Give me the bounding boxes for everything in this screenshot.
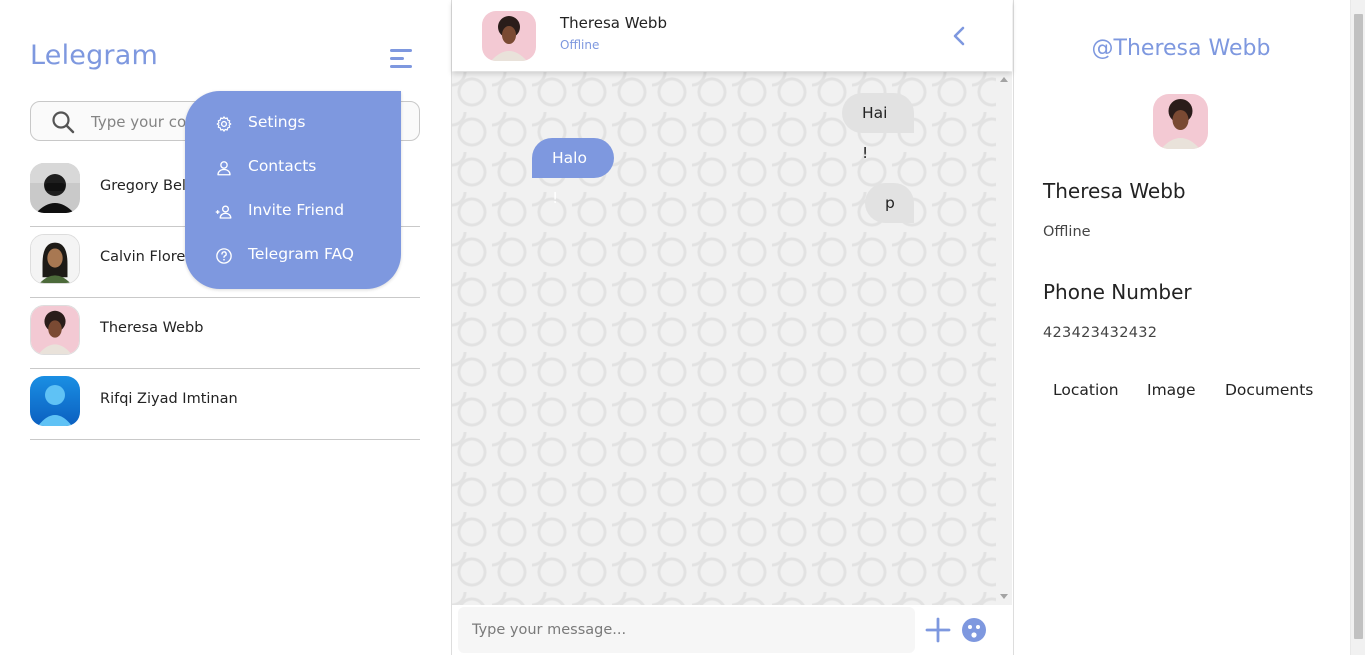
menu-item-settings[interactable]: Setings: [215, 110, 385, 138]
message-bubble: Hai !: [842, 93, 914, 162]
menu-item-label: Setings: [248, 113, 306, 131]
chat-header: Theresa Webb Offline: [452, 0, 1012, 71]
profile-panel: @Theresa Webb Theresa Webb Offline Phone…: [1013, 0, 1349, 655]
sidebar: Lelegram Gregory Bell: [0, 0, 450, 655]
emoji-icon[interactable]: [961, 617, 987, 643]
menu-item-label: Telegram FAQ: [248, 245, 354, 263]
contact-name: Calvin Flores: [100, 249, 193, 265]
phone-number: 423423432432: [1043, 325, 1158, 341]
profile-avatar: [1153, 94, 1208, 149]
scroll-down-icon[interactable]: [1000, 594, 1008, 599]
tab-location[interactable]: Location: [1053, 381, 1119, 399]
chat-contact-status: Offline: [560, 38, 600, 52]
back-chevron-icon[interactable]: [948, 24, 972, 48]
message-area[interactable]: Hai ! Halo ! p: [452, 72, 996, 605]
add-user-icon: [215, 205, 232, 219]
profile-status: Offline: [1043, 224, 1091, 240]
chat-contact-name: Theresa Webb: [560, 14, 667, 32]
menu-item-telegram-faq[interactable]: Telegram FAQ: [215, 242, 385, 270]
profile-name: Theresa Webb: [1043, 179, 1186, 203]
contact-name: Theresa Webb: [100, 320, 204, 336]
scroll-up-icon[interactable]: [1000, 77, 1008, 82]
contact-rifqi-ziyad-imtinan[interactable]: Rifqi Ziyad Imtinan: [30, 369, 420, 440]
chat-avatar[interactable]: [482, 11, 536, 61]
avatar: [30, 234, 80, 284]
avatar: [30, 163, 80, 213]
plus-icon[interactable]: [925, 617, 951, 643]
chat-footer: [452, 605, 1012, 655]
menu-icon: [390, 49, 412, 52]
dropdown-menu: Setings Contacts Invite Friend Telegram …: [185, 91, 401, 289]
gear-icon: [216, 116, 232, 132]
message-bubble: p: [865, 183, 914, 223]
contact-name: Rifqi Ziyad Imtinan: [100, 391, 238, 407]
chat-panel: Theresa Webb Offline Hai ! Halo ! p: [451, 0, 1014, 655]
avatar: [30, 376, 80, 426]
menu-item-contacts[interactable]: Contacts: [215, 154, 385, 182]
message-bubble: Halo !: [532, 138, 614, 207]
menu-item-label: Contacts: [248, 157, 317, 175]
tab-documents[interactable]: Documents: [1225, 381, 1313, 399]
menu-button[interactable]: [390, 47, 414, 71]
menu-item-label: Invite Friend: [248, 201, 345, 219]
chat-scrollbar[interactable]: [996, 72, 1012, 605]
page-scrollbar[interactable]: [1350, 0, 1365, 655]
contact-theresa-webb[interactable]: Theresa Webb: [30, 298, 420, 369]
profile-handle: @Theresa Webb: [1091, 36, 1271, 61]
message-input[interactable]: [458, 607, 915, 653]
user-icon: [217, 161, 231, 176]
search-icon: [52, 111, 75, 134]
phone-number-label: Phone Number: [1043, 280, 1192, 304]
app-brand: Lelegram: [30, 40, 158, 71]
menu-item-invite-friend[interactable]: Invite Friend: [215, 198, 385, 226]
contact-name: Gregory Bell: [100, 178, 190, 194]
help-icon: [216, 248, 232, 264]
tab-image[interactable]: Image: [1147, 381, 1196, 399]
avatar: [30, 305, 80, 355]
scrollbar-thumb[interactable]: [1354, 14, 1363, 639]
